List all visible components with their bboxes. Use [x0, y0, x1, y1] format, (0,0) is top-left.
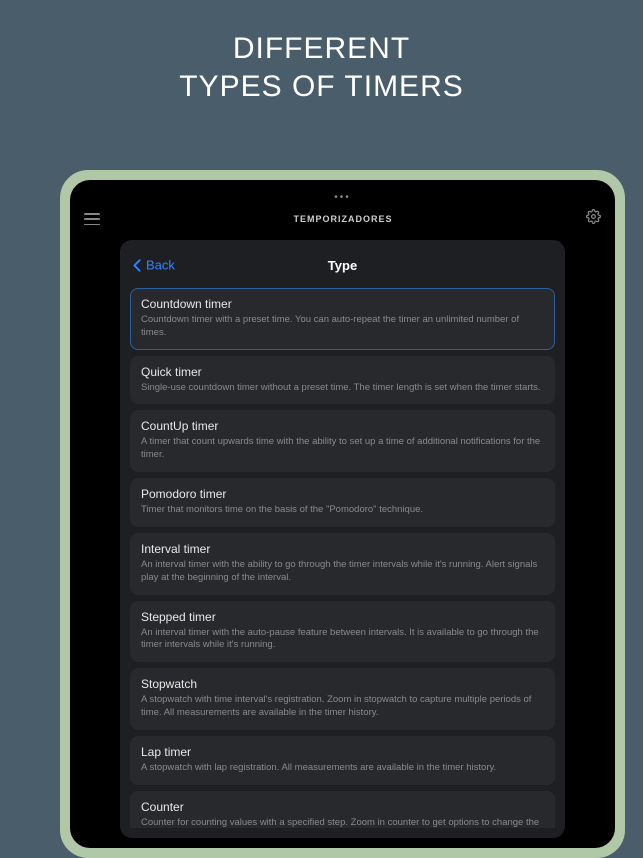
- option-title: Lap timer: [141, 745, 544, 759]
- promo-header: DIFFERENT TYPES OF TIMERS: [0, 0, 643, 125]
- option-description: Countdown timer with a preset time. You …: [141, 314, 544, 340]
- option-item[interactable]: Interval timer An interval timer with the…: [130, 533, 555, 595]
- dynamic-island-icon: •••: [334, 192, 351, 203]
- option-item[interactable]: Pomodoro timer Timer that monitors time o…: [130, 478, 555, 527]
- option-item[interactable]: CountUp timer A timer that count upwards …: [130, 410, 555, 472]
- option-description: Timer that monitors time on the basis of…: [141, 504, 544, 517]
- option-description: A stopwatch with lap registration. All m…: [141, 762, 544, 775]
- option-description: A timer that count upwards time with the…: [141, 436, 544, 462]
- option-title: Interval timer: [141, 542, 544, 556]
- option-description: Counter for counting values with a speci…: [141, 817, 544, 828]
- modal-title: Type: [328, 258, 357, 273]
- option-item[interactable]: Stepped timer An interval timer with the …: [130, 601, 555, 663]
- option-title: Pomodoro timer: [141, 487, 544, 501]
- option-description: Single-use countdown timer without a pre…: [141, 382, 544, 395]
- type-selection-modal: Back Type Countdown timerCountdown timer…: [120, 240, 565, 838]
- option-item[interactable]: Quick timer Single-use countdown timer wi…: [130, 356, 555, 405]
- back-label: Back: [146, 258, 175, 273]
- option-item[interactable]: Stopwatch A stopwatch with time interval'…: [130, 668, 555, 730]
- option-description: An interval timer with the auto-pause fe…: [141, 627, 544, 653]
- app-navbar: TEMPORIZADORES: [70, 206, 615, 232]
- promo-line1: DIFFERENT: [0, 30, 643, 68]
- navbar-title: TEMPORIZADORES: [293, 214, 392, 224]
- tablet-screen: ••• TEMPORIZADORES Back: [70, 180, 615, 848]
- option-item[interactable]: Countdown timer Countdown timer with a pr…: [130, 288, 555, 350]
- option-title: Stopwatch: [141, 677, 544, 691]
- hamburger-icon[interactable]: [84, 213, 100, 225]
- option-title: CountUp timer: [141, 419, 544, 433]
- option-title: Countdown timer: [141, 297, 544, 311]
- option-title: Counter: [141, 800, 544, 814]
- modal-header: Back Type: [130, 250, 555, 280]
- gear-icon[interactable]: [586, 209, 601, 229]
- options-list: Countdown timer Countdown timer with a pr…: [130, 288, 555, 828]
- option-title: Quick timer: [141, 365, 544, 379]
- promo-line2: TYPES OF TIMERS: [0, 68, 643, 106]
- option-title: Stepped timer: [141, 610, 544, 624]
- option-description: A stopwatch with time interval's registr…: [141, 694, 544, 720]
- option-description: An interval timer with the ability to go…: [141, 559, 544, 585]
- back-button[interactable]: Back: [132, 258, 175, 273]
- tablet-frame: ••• TEMPORIZADORES Back: [60, 170, 625, 858]
- option-item[interactable]: Counter Counter for counting values with …: [130, 791, 555, 828]
- option-item[interactable]: Lap timer A stopwatch with lap registrati…: [130, 736, 555, 785]
